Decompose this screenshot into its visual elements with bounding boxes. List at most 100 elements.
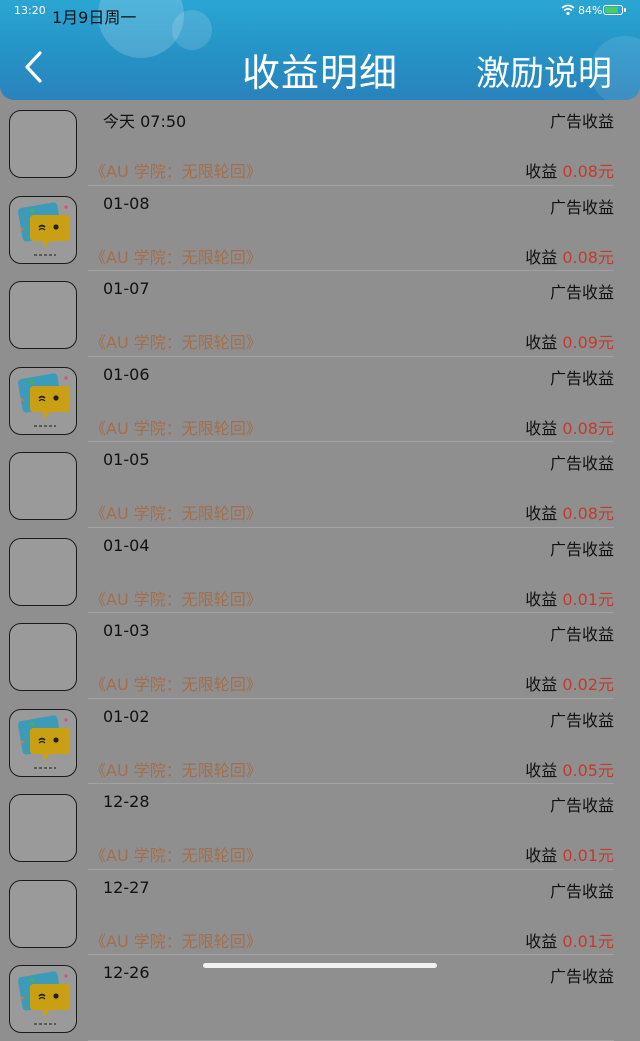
income-label: 收益 — [525, 675, 558, 694]
row-type: 广告收益 — [549, 796, 614, 815]
income-amount: 0.01元 — [562, 846, 614, 865]
income-label: 收益 — [525, 247, 558, 267]
avatar-emoji — [9, 965, 77, 1033]
wink-chat-bubble-icon — [17, 201, 70, 256]
row-date: 01-06 — [103, 364, 150, 384]
row-type: 广告收益 — [549, 710, 614, 730]
income-amount: 0.01元 — [562, 931, 614, 951]
row-date: 01-05 — [103, 450, 150, 469]
income-amount: 0.05元 — [562, 760, 614, 780]
row-income: 收益 0.01元 — [525, 842, 614, 866]
row-type: 广告收益 — [549, 454, 614, 473]
avatar-placeholder — [9, 537, 77, 606]
row-source: 《AU 学院：无限轮回》 — [90, 418, 262, 438]
list-item[interactable]: 01-02 广告收益《AU 学院：无限轮回》 收益 0.05元 — [0, 699, 640, 784]
list-item[interactable]: 01-06 广告收益《AU 学院：无限轮回》 收益 0.08元 — [0, 357, 640, 442]
row-source: 《AU 学院：无限轮回》 — [90, 846, 262, 865]
row-income: 收益 0.02元 — [525, 671, 614, 695]
avatar-emoji — [9, 195, 77, 264]
income-label: 收益 — [525, 760, 558, 780]
income-label: 收益 — [525, 846, 558, 865]
list-item[interactable]: 01-03 广告收益《AU 学院：无限轮回》 收益 0.02元 — [0, 613, 640, 699]
battery-percent: 84% — [578, 4, 603, 17]
row-type: 广告收益 — [549, 197, 614, 217]
list-item[interactable]: 今天 07:50 广告收益《AU 学院：无限轮回》 收益 0.08元 — [0, 100, 640, 186]
row-date: 01-07 — [103, 279, 150, 298]
income-label: 收益 — [525, 589, 558, 609]
home-indicator[interactable] — [203, 963, 437, 968]
list-item[interactable]: 12-27 广告收益《AU 学院：无限轮回》 收益 0.01元 — [0, 870, 640, 955]
battery-cap — [624, 8, 626, 12]
wink-chat-bubble-icon — [17, 714, 70, 769]
row-source: 《AU 学院：无限轮回》 — [90, 760, 262, 780]
row-date: 12-28 — [103, 792, 150, 811]
status-date: 1月9日周一 — [52, 8, 137, 27]
income-amount: 0.08元 — [562, 504, 614, 523]
list-item[interactable]: 12-28 广告收益《AU 学院：无限轮回》 收益 0.01元 — [0, 784, 640, 870]
battery-level — [605, 7, 618, 13]
list-item[interactable]: 01-04 广告收益《AU 学院：无限轮回》 收益 0.01元 — [0, 528, 640, 613]
income-label: 收益 — [525, 504, 558, 523]
status-time: 13:20 — [14, 4, 46, 17]
avatar-emoji — [9, 708, 77, 777]
row-type: 广告收益 — [549, 368, 614, 388]
row-income: 收益 0.09元 — [525, 329, 614, 353]
income-amount: 0.08元 — [562, 162, 614, 181]
income-label: 收益 — [525, 418, 558, 438]
wink-chat-bubble-icon — [17, 372, 70, 427]
row-source: 《AU 学院：无限轮回》 — [90, 333, 262, 352]
avatar-placeholder — [9, 623, 77, 691]
row-income: 收益 0.08元 — [525, 244, 614, 268]
wifi-icon — [561, 4, 575, 16]
income-amount: 0.01元 — [562, 589, 614, 609]
status-bar: 13:20 1月9日周一 84% — [0, 0, 640, 27]
row-income: 收益 0.01元 — [525, 928, 614, 952]
row-income: 收益 0.08元 — [525, 415, 614, 439]
row-date: 今天 07:50 — [103, 112, 187, 131]
row-source: 《AU 学院：无限轮回》 — [90, 504, 262, 523]
row-date: 01-03 — [103, 621, 150, 640]
row-income: 收益 0.01元 — [525, 586, 614, 610]
row-date: 12-26 — [103, 963, 150, 982]
income-amount: 0.09元 — [562, 333, 614, 352]
row-income: 收益 0.05元 — [525, 757, 614, 781]
avatar-placeholder — [9, 110, 77, 178]
header-bar: 13:20 1月9日周一 84% 收益明细 激励说明 — [0, 0, 640, 100]
row-type: 广告收益 — [549, 625, 614, 644]
list-item[interactable]: 01-07 广告收益《AU 学院：无限轮回》 收益 0.09元 — [0, 271, 640, 357]
list-item[interactable]: 01-05 广告收益《AU 学院：无限轮回》 收益 0.08元 — [0, 442, 640, 528]
row-type: 广告收益 — [549, 881, 614, 901]
row-type: 广告收益 — [549, 283, 614, 302]
earnings-list: 今天 07:50 广告收益 《AU 学院：无限轮回》 收益 0.08元 01-08 广告… — [0, 100, 640, 1041]
avatar-placeholder — [9, 794, 77, 862]
row-source: 《AU 学院：无限轮回》 — [90, 247, 262, 267]
row-divider — [88, 1039, 614, 1041]
row-income: 收益 0.08元 — [525, 158, 614, 182]
row-type: 广告收益 — [549, 967, 614, 986]
row-date: 01-02 — [103, 706, 150, 726]
row-source: 《AU 学院：无限轮回》 — [90, 589, 262, 609]
row-income: 收益 0.08元 — [525, 500, 614, 524]
avatar-placeholder — [9, 879, 77, 948]
income-amount: 0.02元 — [562, 675, 614, 694]
avatar-emoji — [9, 366, 77, 435]
avatar-placeholder — [9, 452, 77, 520]
row-date: 01-08 — [103, 193, 150, 213]
list-item[interactable]: 01-08 广告收益《AU 学院：无限轮回》 收益 0.08元 — [0, 186, 640, 271]
avatar-placeholder — [9, 281, 77, 349]
income-label: 收益 — [525, 333, 558, 352]
income-amount: 0.08元 — [562, 418, 614, 438]
row-date: 01-04 — [103, 535, 150, 555]
row-date: 12-27 — [103, 877, 150, 897]
row-type: 广告收益 — [549, 112, 614, 131]
row-source: 《AU 学院：无限轮回》 — [90, 931, 262, 951]
row-type: 广告收益 — [549, 539, 614, 559]
battery-charging-icon — [603, 5, 623, 15]
row-source: 《AU 学院：无限轮回》 — [90, 675, 262, 694]
incentive-info-link[interactable]: 激励说明 — [476, 46, 612, 95]
income-label: 收益 — [525, 931, 558, 951]
income-label: 收益 — [525, 162, 558, 181]
wink-chat-bubble-icon — [17, 971, 70, 1025]
row-source: 《AU 学院：无限轮回》 — [90, 162, 262, 181]
income-amount: 0.08元 — [562, 247, 614, 267]
